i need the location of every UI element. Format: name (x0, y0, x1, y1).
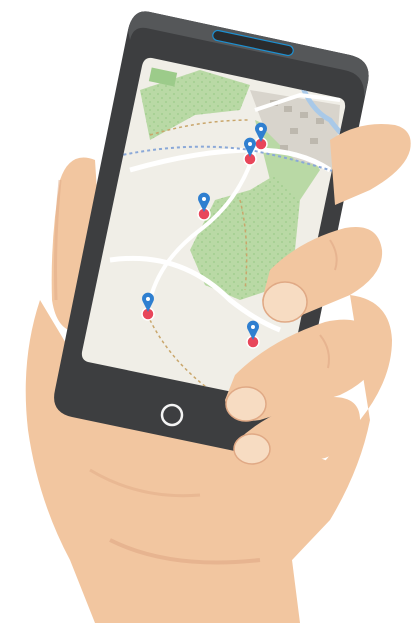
little-finger-nail (233, 433, 271, 465)
ring-finger-nail (225, 386, 267, 422)
hand-holding-phone-illustration (25, 11, 411, 623)
index-finger (330, 124, 411, 205)
middle-finger-nail (262, 281, 308, 323)
